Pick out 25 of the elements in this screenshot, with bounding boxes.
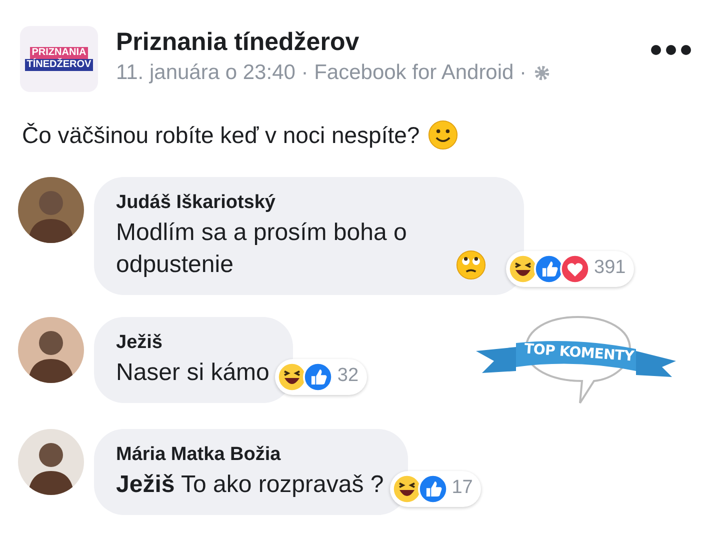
eye-roll-emoji-icon <box>456 250 486 280</box>
logo-text: PRIZNANIA <box>30 47 88 59</box>
reaction-count: 391 <box>594 256 626 280</box>
comment-text: Ježiš To ako rozpravaš ? <box>116 470 384 498</box>
settings-icon <box>532 64 551 82</box>
reaction-count: 32 <box>337 364 359 388</box>
comment-text: Modlím sa a prosím boha o odpustenie <box>116 218 408 280</box>
page-name[interactable]: Priznania tínedžerov <box>116 26 551 58</box>
page-logo[interactable]: PRIZNANIA TÍNEDŽEROV <box>20 26 98 92</box>
logo-text: TÍNEDŽEROV <box>24 59 94 71</box>
comment-author[interactable]: Judáš Iškariotský <box>116 188 500 216</box>
reaction-count: 17 <box>452 476 473 500</box>
thumbs-up-icon <box>534 254 564 284</box>
laughing-face-icon <box>508 254 538 284</box>
comment-text: Naser si kámo <box>116 358 270 386</box>
laughing-face-icon <box>392 474 422 504</box>
post-meta: 11. januára o 23:40 · Facebook for Android · <box>116 60 527 86</box>
thumbs-up-icon <box>303 362 334 392</box>
comment-author[interactable]: Ježiš <box>116 328 270 356</box>
smiley-icon <box>428 120 458 150</box>
more-icon <box>650 44 692 56</box>
post-text: Čo väčšinou robíte keď v noci nespíte? <box>22 121 420 150</box>
comment-author[interactable]: Mária Matka Božia <box>116 440 384 468</box>
sticker-label: TOP KOMENTY <box>523 340 635 366</box>
thumbs-up-icon <box>418 474 448 504</box>
